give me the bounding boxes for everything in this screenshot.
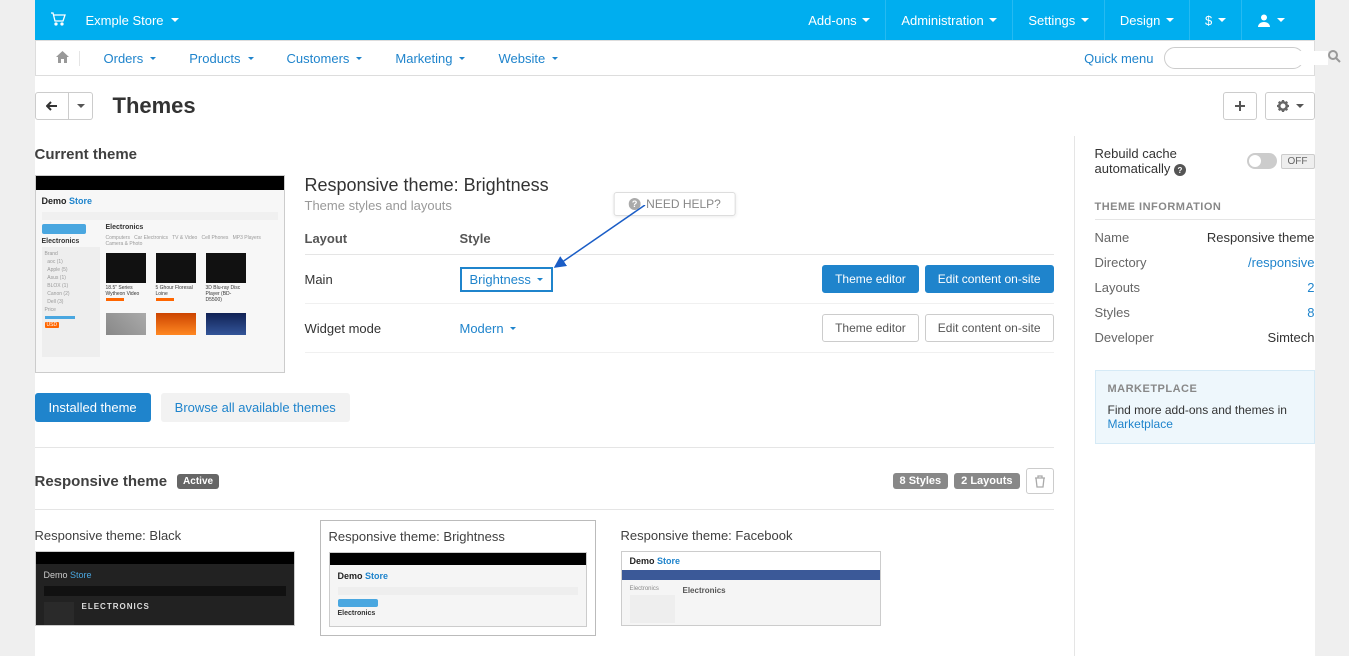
chevron-down-icon	[1218, 18, 1226, 22]
nav-addons[interactable]: Add-ons	[793, 0, 885, 40]
home-icon[interactable]	[46, 51, 80, 66]
chevron-down-icon	[1081, 18, 1089, 22]
cart-icon[interactable]	[50, 12, 66, 29]
subnav-orders[interactable]: Orders	[90, 51, 176, 66]
subnav: Orders Products Customers Marketing Webs…	[35, 40, 1315, 76]
back-dropdown[interactable]	[69, 92, 93, 120]
marketplace-link[interactable]: Marketplace	[1108, 417, 1173, 431]
chevron-down-icon	[150, 57, 156, 60]
svg-text:?: ?	[1178, 166, 1183, 175]
help-icon[interactable]: ?	[1174, 164, 1186, 176]
topbar: Exmple Store Add-ons Administration Sett…	[35, 0, 1315, 40]
page-header: Themes	[35, 76, 1315, 136]
info-name-label: Name	[1095, 230, 1130, 245]
info-dev-value: Simtech	[1268, 330, 1315, 345]
marketplace-heading: MARKETPLACE	[1108, 383, 1302, 395]
subnav-website[interactable]: Website	[484, 51, 577, 66]
store-selector[interactable]: Exmple Store	[86, 13, 184, 28]
theme-card-thumbnail: Demo Store Electronics Electronics	[621, 551, 881, 626]
info-layouts-value[interactable]: 2	[1307, 280, 1314, 295]
chevron-down-icon	[248, 57, 254, 60]
subnav-customers[interactable]: Customers	[273, 51, 382, 66]
theme-card-thumbnail: Demo Store Electronics	[329, 552, 587, 627]
col-layout-header: Layout	[305, 231, 460, 246]
chevron-down-icon	[1166, 18, 1174, 22]
nav-account[interactable]	[1241, 0, 1300, 40]
tab-browse-themes[interactable]: Browse all available themes	[161, 393, 350, 422]
style-row-main: Main Brightness Theme editor Edit conten…	[305, 255, 1054, 304]
back-button[interactable]	[35, 92, 69, 120]
style-dropdown-widget[interactable]: Modern	[460, 321, 516, 336]
subnav-products[interactable]: Products	[175, 51, 272, 66]
layouts-count-badge: 2 Layouts	[954, 473, 1019, 489]
theme-card[interactable]: Responsive theme: Facebook Demo Store El…	[621, 528, 881, 636]
theme-editor-button[interactable]: Theme editor	[822, 314, 919, 342]
info-layouts-label: Layouts	[1095, 280, 1141, 295]
trash-icon	[1034, 475, 1046, 488]
chevron-down-icon	[459, 57, 465, 60]
theme-subtitle: Theme styles and layouts	[305, 198, 1054, 213]
info-dir-value[interactable]: /responsive	[1248, 255, 1314, 270]
theme-name: Responsive theme: Brightness	[305, 175, 1054, 196]
gear-icon	[1276, 99, 1290, 113]
info-styles-value[interactable]: 8	[1307, 305, 1314, 320]
search-icon[interactable]	[1328, 50, 1341, 66]
marketplace-box: MARKETPLACE Find more add-ons and themes…	[1095, 370, 1315, 444]
info-styles-label: Styles	[1095, 305, 1130, 320]
theme-card-title: Responsive theme: Facebook	[621, 528, 881, 543]
gear-button[interactable]	[1265, 92, 1315, 120]
rebuild-cache-toggle[interactable]: OFF	[1247, 153, 1315, 169]
search-input[interactable]	[1173, 51, 1328, 65]
subnav-marketing[interactable]: Marketing	[381, 51, 484, 66]
info-dev-label: Developer	[1095, 330, 1154, 345]
info-dir-label: Directory	[1095, 255, 1147, 270]
chevron-down-icon	[862, 18, 870, 22]
theme-info-heading: THEME INFORMATION	[1095, 201, 1315, 220]
theme-card[interactable]: Responsive theme: Black Demo Store ELECT…	[35, 528, 295, 636]
chevron-down-icon	[1296, 104, 1304, 108]
rebuild-cache-label: Rebuild cache automatically ?	[1095, 146, 1247, 176]
col-style-header: Style	[460, 231, 1054, 246]
layout-label: Main	[305, 272, 460, 287]
nav-currency[interactable]: $	[1189, 0, 1241, 40]
chevron-down-icon	[1277, 18, 1285, 22]
current-theme-thumbnail: Demo Store Electronics Brand aoc (1) App…	[35, 175, 285, 373]
layout-label: Widget mode	[305, 321, 460, 336]
delete-button[interactable]	[1026, 468, 1054, 494]
nav-administration[interactable]: Administration	[885, 0, 1012, 40]
chevron-down-icon	[77, 104, 85, 108]
theme-card[interactable]: Responsive theme: Brightness Demo Store …	[320, 520, 596, 636]
chevron-down-icon	[989, 18, 997, 22]
nav-settings[interactable]: Settings	[1012, 0, 1104, 40]
add-button[interactable]	[1223, 92, 1257, 120]
info-name-value: Responsive theme	[1207, 230, 1315, 245]
chevron-down-icon	[510, 327, 516, 330]
tab-installed-theme[interactable]: Installed theme	[35, 393, 151, 422]
responsive-theme-heading: Responsive theme	[35, 473, 168, 490]
quick-menu-link[interactable]: Quick menu	[1084, 51, 1153, 66]
theme-editor-button[interactable]: Theme editor	[822, 265, 919, 293]
chevron-down-icon	[537, 278, 543, 281]
page-title: Themes	[113, 93, 196, 119]
edit-onsite-button[interactable]: Edit content on-site	[925, 265, 1054, 293]
nav-design[interactable]: Design	[1104, 0, 1189, 40]
marketplace-text: Find more add-ons and themes in	[1108, 403, 1287, 417]
active-badge: Active	[177, 474, 219, 489]
current-theme-heading: Current theme	[35, 146, 1054, 163]
styles-count-badge: 8 Styles	[893, 473, 949, 489]
style-row-widget: Widget mode Modern Theme editor Edit con…	[305, 304, 1054, 353]
edit-onsite-button[interactable]: Edit content on-site	[925, 314, 1054, 342]
search-box[interactable]	[1164, 47, 1304, 69]
theme-card-thumbnail: Demo Store ELECTRONICS	[35, 551, 295, 626]
chevron-down-icon	[356, 57, 362, 60]
chevron-down-icon	[552, 57, 558, 60]
chevron-down-icon	[171, 18, 179, 22]
style-dropdown-main[interactable]: Brightness	[460, 267, 553, 292]
theme-card-title: Responsive theme: Black	[35, 528, 295, 543]
store-name-label: Exmple Store	[86, 13, 164, 28]
user-icon	[1257, 13, 1271, 27]
theme-card-title: Responsive theme: Brightness	[329, 529, 587, 544]
